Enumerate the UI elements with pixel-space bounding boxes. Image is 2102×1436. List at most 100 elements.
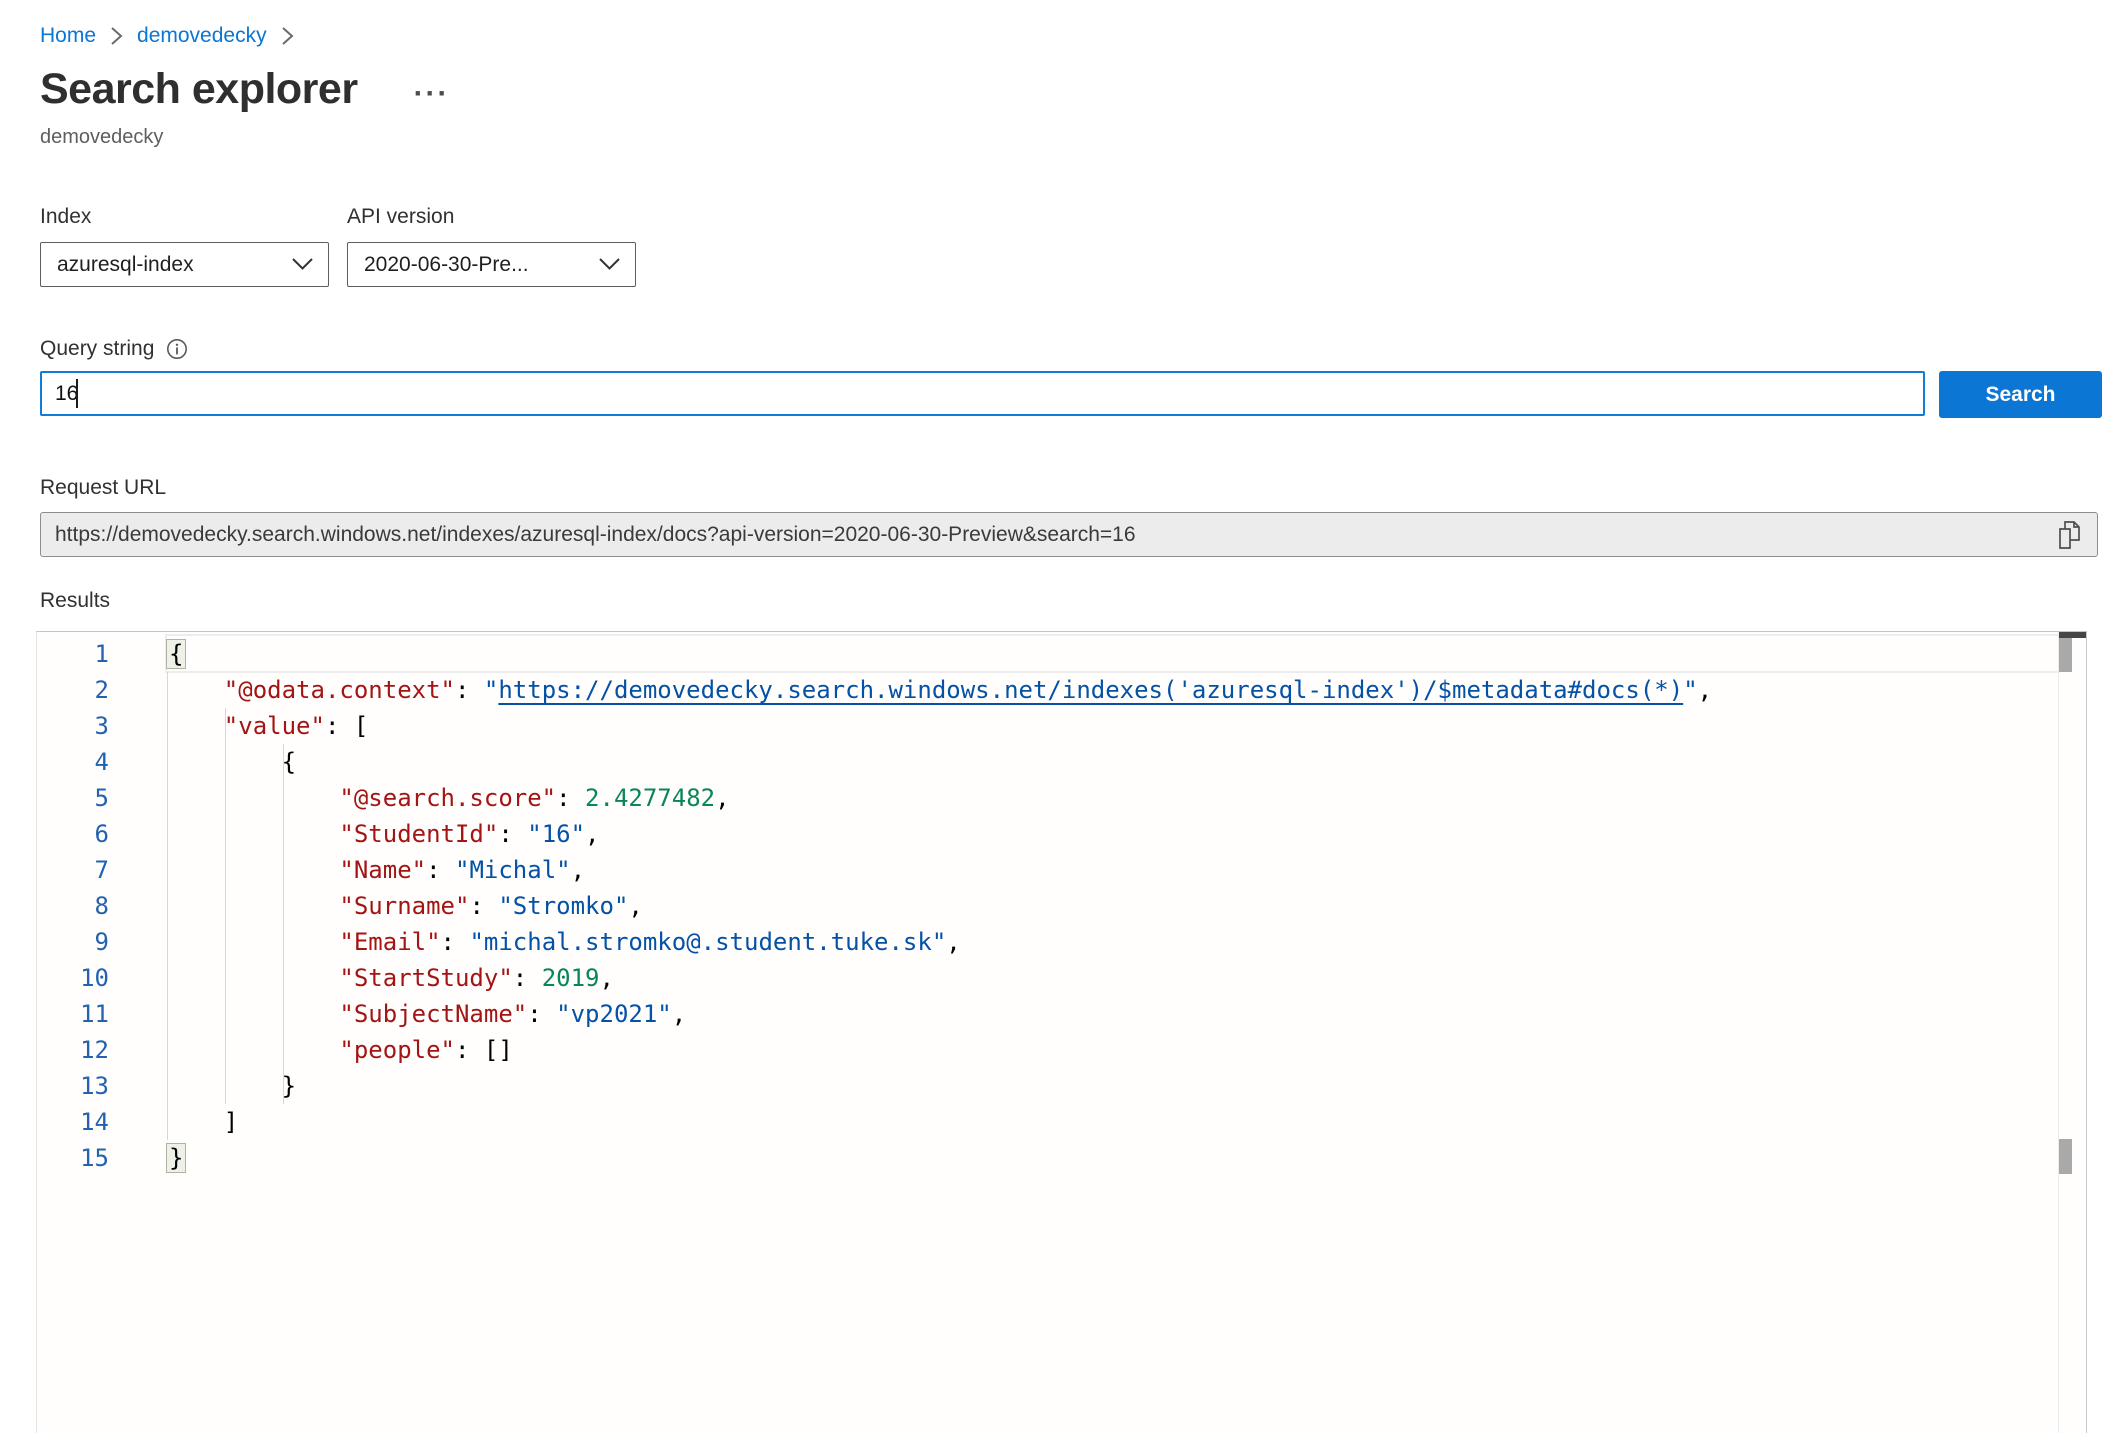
code-token: , <box>571 856 585 884</box>
results-json-editor[interactable]: 123456789101112131415 { "@odata.context"… <box>36 631 2087 1433</box>
page-subtitle: demovedecky <box>40 126 2102 149</box>
code-line[interactable]: { <box>166 744 1712 780</box>
code-token: " <box>1683 676 1697 704</box>
breadcrumb: Home demovedecky <box>40 24 2102 48</box>
code-line[interactable]: "people": [] <box>166 1032 1712 1068</box>
code-token <box>166 856 339 884</box>
copy-icon[interactable] <box>2055 519 2083 551</box>
editor-gutter: 123456789101112131415 <box>37 636 109 1176</box>
code-line[interactable]: { <box>166 636 1712 672</box>
code-token: "SubjectName" <box>339 1000 527 1028</box>
code-token: "michal.stromko@.student.tuke.sk" <box>469 928 946 956</box>
editor-code-area: { "@odata.context": "https://demovedecky… <box>166 636 1712 1176</box>
code-token: "@odata.context" <box>224 676 455 704</box>
breadcrumb-separator-icon <box>110 25 123 47</box>
code-line[interactable]: "Email": "michal.stromko@.student.tuke.s… <box>166 924 1712 960</box>
code-token: "@search.score" <box>339 784 556 812</box>
code-token <box>166 1000 339 1028</box>
more-options-button[interactable]: ··· <box>414 84 450 104</box>
code-token: : <box>527 1000 556 1028</box>
code-link[interactable]: https://demovedecky.search.windows.net/i… <box>498 676 1683 704</box>
code-token: "StudentId" <box>339 820 498 848</box>
code-line[interactable]: } <box>166 1140 1712 1176</box>
code-token: : [] <box>455 1036 513 1064</box>
line-number: 14 <box>37 1104 109 1140</box>
index-label: Index <box>40 205 329 229</box>
line-number: 8 <box>37 888 109 924</box>
info-icon[interactable] <box>166 338 188 360</box>
line-number: 9 <box>37 924 109 960</box>
query-string-input[interactable] <box>40 371 1925 416</box>
code-token: : <box>469 892 498 920</box>
request-url-field[interactable]: https://demovedecky.search.windows.net/i… <box>40 512 2098 557</box>
line-number: 4 <box>37 744 109 780</box>
api-version-dropdown-value: 2020-06-30-Pre... <box>364 253 529 277</box>
code-token: "Name" <box>339 856 426 884</box>
code-token <box>166 712 224 740</box>
api-version-field-group: API version 2020-06-30-Pre... <box>347 205 636 287</box>
code-line[interactable]: ] <box>166 1104 1712 1140</box>
index-dropdown-value: azuresql-index <box>57 253 194 277</box>
code-line[interactable]: "StudentId": "16", <box>166 816 1712 852</box>
line-number: 5 <box>37 780 109 816</box>
code-line[interactable]: "@odata.context": "https://demovedecky.s… <box>166 672 1712 708</box>
line-number: 15 <box>37 1140 109 1176</box>
overview-ruler <box>2058 632 2059 1433</box>
request-url-label: Request URL <box>40 476 2102 500</box>
results-label: Results <box>40 589 2102 613</box>
code-line[interactable]: "StartStudy": 2019, <box>166 960 1712 996</box>
code-token: "Email" <box>339 928 440 956</box>
text-caret <box>76 379 78 408</box>
code-token: : <box>513 964 542 992</box>
code-token: : [ <box>325 712 368 740</box>
code-token <box>166 964 339 992</box>
index-field-group: Index azuresql-index <box>40 205 329 287</box>
code-token: "value" <box>224 712 325 740</box>
code-token <box>166 784 339 812</box>
breadcrumb-demovedecky-link[interactable]: demovedecky <box>137 24 267 48</box>
index-dropdown[interactable]: azuresql-index <box>40 242 329 287</box>
code-line[interactable]: "Surname": "Stromko", <box>166 888 1712 924</box>
code-token <box>166 928 339 956</box>
search-button[interactable]: Search <box>1939 371 2102 418</box>
code-token: "Michal" <box>455 856 571 884</box>
overview-ruler-bracket-marker <box>2059 1139 2072 1174</box>
request-url-value: https://demovedecky.search.windows.net/i… <box>55 523 1136 547</box>
code-token: "Surname" <box>339 892 469 920</box>
code-token: "people" <box>339 1036 455 1064</box>
line-number: 10 <box>37 960 109 996</box>
line-number: 2 <box>37 672 109 708</box>
code-token: : <box>426 856 455 884</box>
code-line[interactable]: "value": [ <box>166 708 1712 744</box>
code-line[interactable]: } <box>166 1068 1712 1104</box>
breadcrumb-home-link[interactable]: Home <box>40 24 96 48</box>
vertical-scrollbar-thumb[interactable] <box>2059 638 2072 672</box>
code-token: "Stromko" <box>498 892 628 920</box>
line-number: 13 <box>37 1068 109 1104</box>
code-token: } <box>166 1143 186 1173</box>
code-token: "vp2021" <box>556 1000 672 1028</box>
line-number: 7 <box>37 852 109 888</box>
line-number: 1 <box>37 636 109 672</box>
api-version-label: API version <box>347 205 636 229</box>
code-token: : <box>556 784 585 812</box>
code-token: " <box>484 676 498 704</box>
line-number: 12 <box>37 1032 109 1068</box>
page-title: Search explorer <box>40 64 358 114</box>
code-token: , <box>715 784 729 812</box>
code-token: , <box>946 928 960 956</box>
api-version-dropdown[interactable]: 2020-06-30-Pre... <box>347 242 636 287</box>
code-token: , <box>599 964 613 992</box>
code-token: { <box>166 639 186 669</box>
chevron-down-icon <box>598 253 621 277</box>
code-token: } <box>166 1072 296 1100</box>
code-token <box>166 820 339 848</box>
code-token <box>166 892 339 920</box>
code-line[interactable]: "@search.score": 2.4277482, <box>166 780 1712 816</box>
code-line[interactable]: "SubjectName": "vp2021", <box>166 996 1712 1032</box>
code-line[interactable]: "Name": "Michal", <box>166 852 1712 888</box>
code-token: , <box>1698 676 1712 704</box>
line-number: 6 <box>37 816 109 852</box>
line-number: 11 <box>37 996 109 1032</box>
query-string-label: Query string <box>40 337 154 361</box>
